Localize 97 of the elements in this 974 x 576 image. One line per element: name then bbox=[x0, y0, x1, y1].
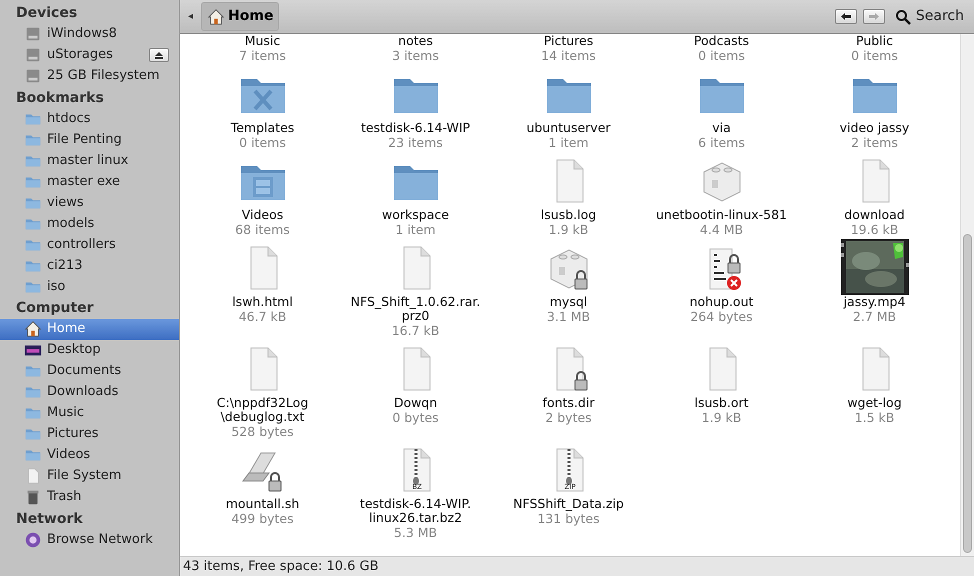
file-name[interactable]: Dowqn bbox=[394, 396, 438, 410]
file-name[interactable]: lswh.html bbox=[232, 295, 293, 309]
file-info: 1 item bbox=[395, 222, 436, 237]
file-info: 3 items bbox=[392, 48, 439, 63]
sidebar-item[interactable]: Videos bbox=[0, 444, 179, 466]
home-icon bbox=[24, 320, 42, 338]
file-name[interactable]: wget-log bbox=[847, 396, 902, 410]
file-info: 1.5 kB bbox=[854, 410, 894, 425]
file-name[interactable]: mountall.sh bbox=[226, 497, 300, 511]
file-name[interactable]: C:\nppdf32Log\debuglog.txt bbox=[194, 396, 330, 424]
file-info: 6 items bbox=[698, 135, 745, 150]
drive-icon bbox=[24, 25, 42, 43]
sidebar-item[interactable]: controllers bbox=[0, 234, 179, 255]
file-name[interactable]: lsusb.log bbox=[540, 208, 596, 222]
sidebar-item[interactable]: Documents bbox=[0, 360, 179, 382]
breadcrumb-button[interactable]: Home bbox=[201, 2, 280, 31]
section-heading: Network bbox=[15, 510, 84, 528]
file-name[interactable]: video jassy bbox=[840, 121, 910, 135]
file-name[interactable]: notes bbox=[398, 34, 433, 48]
file-name[interactable]: Music bbox=[244, 34, 280, 48]
file-name[interactable]: mysql bbox=[550, 295, 588, 309]
file-info: 68 items bbox=[235, 222, 290, 237]
sidebar-item[interactable]: htdocs bbox=[0, 108, 179, 129]
file-info: 0 bytes bbox=[392, 410, 439, 425]
status-bar: 43 items, Free space: 10.6 GB bbox=[180, 556, 974, 576]
drive-icon bbox=[24, 46, 42, 64]
scrollbar[interactable] bbox=[960, 34, 974, 556]
sidebar-item[interactable]: models bbox=[0, 213, 179, 234]
file-info: 1.9 kB bbox=[702, 410, 742, 425]
drive-icon bbox=[24, 67, 42, 85]
sidebar-item[interactable]: Trash bbox=[0, 486, 179, 508]
sidebar-item[interactable]: iso bbox=[0, 276, 179, 297]
file-name[interactable]: ubuntuserver bbox=[526, 121, 611, 135]
file-name[interactable]: jassy.mp4 bbox=[844, 295, 906, 309]
file-info: 1 item bbox=[548, 135, 589, 150]
sidebar-item[interactable]: uStorages bbox=[0, 44, 179, 66]
sidebar-item[interactable]: views bbox=[0, 192, 179, 213]
file-name[interactable]: Templates bbox=[230, 121, 294, 135]
search-button[interactable]: Search bbox=[890, 6, 968, 27]
file-info: 0 items bbox=[698, 48, 745, 63]
eject-icon bbox=[155, 52, 163, 58]
sidebar-item[interactable]: 25 GB Filesystem bbox=[0, 66, 179, 86]
file-name[interactable]: fonts.dir bbox=[542, 396, 594, 410]
file-info: 5.3 MB bbox=[394, 525, 438, 540]
section-heading: Devices bbox=[15, 4, 78, 23]
file-info: 1.9 kB bbox=[548, 222, 588, 237]
file-name[interactable]: via bbox=[712, 121, 731, 135]
file-info: 46.7 kB bbox=[238, 309, 286, 324]
file-info: 14 items bbox=[541, 48, 596, 63]
file-info: 2.7 MB bbox=[852, 309, 896, 324]
section-heading: Bookmarks bbox=[15, 88, 105, 108]
sidebar-item[interactable]: master linux bbox=[0, 150, 179, 171]
network-icon bbox=[24, 530, 42, 548]
file-info: 19.6 kB bbox=[850, 222, 898, 237]
sidebar-item[interactable]: Pictures bbox=[0, 424, 179, 444]
file-name[interactable]: unetbootin-linux-581 bbox=[656, 208, 788, 222]
file-name[interactable]: download bbox=[844, 208, 905, 222]
sidebar-item[interactable]: ci213 bbox=[0, 255, 179, 276]
file-info: 16.7 kB bbox=[392, 323, 440, 338]
sidebar-item[interactable]: iWindows8 bbox=[0, 24, 179, 44]
file-name[interactable]: NFSShift_Data.zip bbox=[513, 497, 624, 511]
back-button[interactable] bbox=[834, 9, 857, 24]
file-name[interactable]: Videos bbox=[242, 208, 284, 222]
file-info: 3.1 MB bbox=[546, 309, 590, 324]
file-name[interactable]: workspace bbox=[382, 208, 449, 222]
path-toggle-button[interactable]: ◂ bbox=[186, 9, 196, 24]
file-info: 2 bytes bbox=[545, 410, 592, 425]
file-name[interactable]: testdisk-6.14-WIP.linux26.tar.bz2 bbox=[348, 497, 484, 525]
eject-button[interactable] bbox=[149, 48, 169, 62]
sidebar-item[interactable]: master exe bbox=[0, 171, 179, 192]
sidebar-item[interactable]: Desktop bbox=[0, 340, 179, 360]
file-name[interactable]: NFS_Shift_1.0.62.rar.prz0 bbox=[348, 295, 484, 323]
sidebar-item[interactable]: File System bbox=[0, 466, 179, 486]
file-info: 0 items bbox=[851, 48, 898, 63]
file-info: 2 items bbox=[851, 135, 898, 150]
file-info: 7 items bbox=[239, 48, 286, 63]
file-name[interactable]: nohup.out bbox=[690, 295, 754, 309]
file-info: 499 bytes bbox=[231, 511, 294, 526]
file-name[interactable]: Public bbox=[856, 34, 893, 48]
file-info: 528 bytes bbox=[231, 424, 294, 439]
file-name[interactable]: Podcasts bbox=[694, 34, 750, 48]
sidebar-item[interactable]: Music bbox=[0, 402, 179, 424]
sidebar-item[interactable]: Downloads bbox=[0, 382, 179, 402]
file-info: 264 bytes bbox=[690, 309, 753, 324]
file-info: 23 items bbox=[388, 135, 443, 150]
file-name[interactable]: lsusb.ort bbox=[694, 396, 749, 410]
section-heading: Computer bbox=[15, 299, 95, 318]
file-name[interactable]: testdisk-6.14-WIP bbox=[360, 121, 470, 135]
file-info: 0 items bbox=[239, 135, 286, 150]
home-icon bbox=[207, 8, 226, 26]
sidebar-item[interactable]: Home bbox=[0, 318, 179, 340]
sidebar-item[interactable]: File Penting bbox=[0, 129, 179, 150]
sidebar-item[interactable]: Browse Network bbox=[0, 529, 179, 550]
file-info: 4.4 MB bbox=[700, 222, 744, 237]
search-icon bbox=[894, 8, 911, 24]
file-info: 131 bytes bbox=[537, 511, 600, 526]
file-name[interactable]: Pictures bbox=[544, 34, 594, 48]
